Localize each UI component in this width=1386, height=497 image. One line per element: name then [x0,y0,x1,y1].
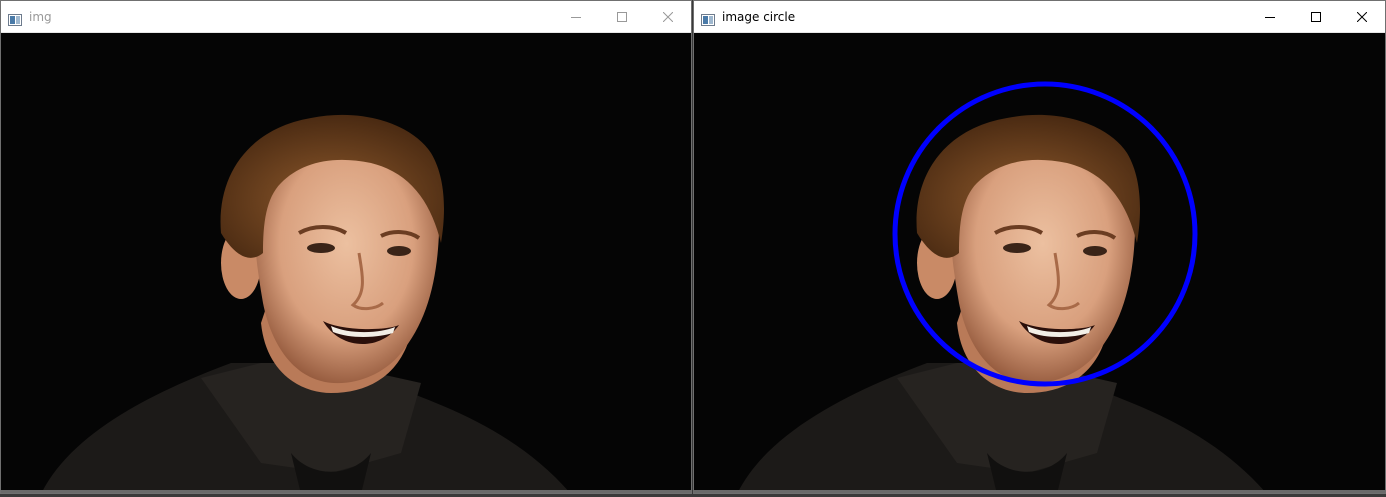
desktop: img image circle [0,0,1386,497]
portrait-image [1,33,691,493]
image-canvas [1,33,691,493]
window-bottom-edge [694,490,1385,493]
minimize-icon [571,16,581,18]
close-button[interactable] [645,1,691,32]
app-icon [8,11,22,26]
maximize-icon [617,11,627,22]
window-img[interactable]: img [0,0,692,494]
maximize-button[interactable] [599,1,645,32]
minimize-icon [1265,16,1275,18]
close-icon [1357,11,1367,22]
title-bar[interactable]: image circle [694,1,1385,33]
minimize-button[interactable] [553,1,599,32]
caption-buttons [1247,1,1385,32]
window-image-circle[interactable]: image circle [693,0,1386,494]
minimize-button[interactable] [1247,1,1293,32]
window-title: image circle [722,9,796,24]
title-bar[interactable]: img [1,1,691,33]
maximize-button[interactable] [1293,1,1339,32]
portrait-image-with-circle [694,33,1385,493]
image-canvas [694,33,1385,493]
maximize-icon [1311,11,1321,22]
window-bottom-edge [1,490,691,493]
window-title: img [29,9,52,24]
close-icon [663,11,673,22]
app-icon [701,11,715,26]
close-button[interactable] [1339,1,1385,32]
caption-buttons [553,1,691,32]
